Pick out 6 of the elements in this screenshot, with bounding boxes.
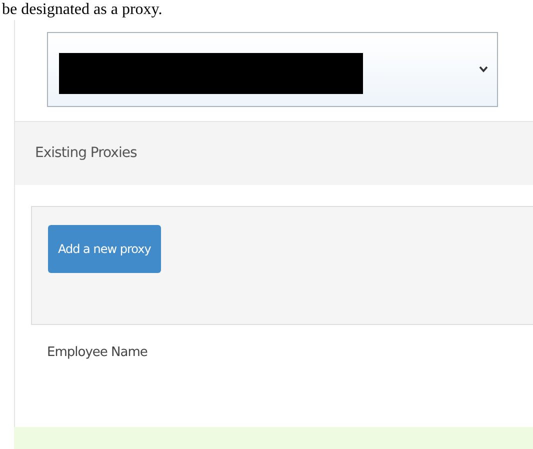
intro-text: be designated as a proxy. [1, 0, 162, 20]
chevron-down-icon [479, 66, 488, 73]
add-proxy-button[interactable]: Add a new proxy [48, 225, 161, 274]
section-title: Existing Proxies [35, 144, 137, 164]
column-header: Employee Name [47, 344, 148, 362]
proxy-select[interactable] [47, 32, 498, 107]
